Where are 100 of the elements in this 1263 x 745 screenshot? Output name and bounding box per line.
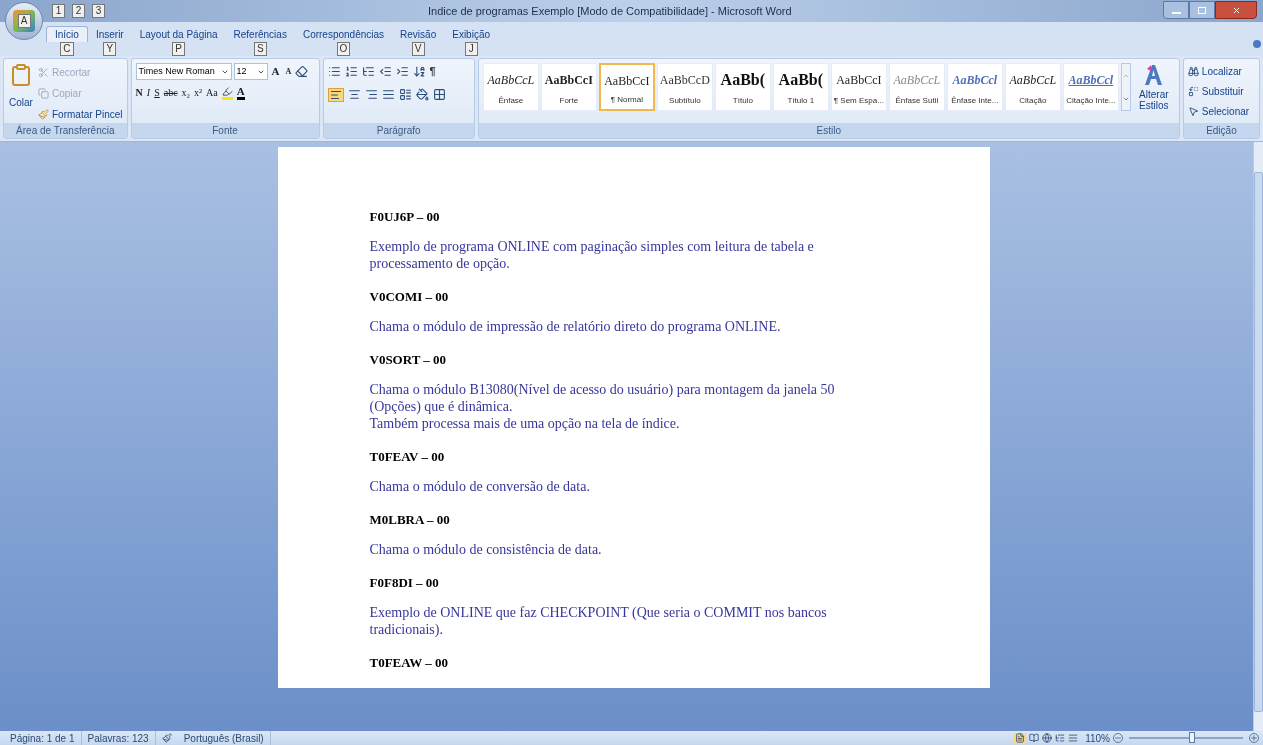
program-code: V0SORT – 00 — [369, 352, 448, 368]
style-tile[interactable]: AaBbCcI Forte — [540, 63, 597, 111]
program-description: Chama o módulo de conversão de data. — [369, 478, 591, 495]
align-left-icon[interactable] — [327, 87, 344, 102]
maximize-icon — [1198, 6, 1206, 14]
ribbon-tab[interactable]: Exibição — [444, 26, 499, 42]
show-marks-button[interactable]: ¶ — [429, 63, 436, 80]
ribbon-tab[interactable]: Início — [46, 26, 88, 42]
font-name: Times New Roman — [138, 64, 215, 78]
style-tile[interactable]: AaBbCcl Ênfase Inte... — [946, 63, 1003, 111]
shading-icon[interactable] — [415, 88, 429, 101]
grow-font-button[interactable]: A — [269, 63, 282, 80]
program-description: Chama o módulo de impressão de relatório direto do programa ONLINE. — [369, 318, 782, 335]
paintbrush-icon — [38, 108, 49, 120]
minimize-button[interactable] — [1163, 1, 1189, 19]
program-description: Exemplo de ONLINE que faz CHECKPOINT (Que seria o COMMIT nos bancos tradicionais). — [369, 604, 828, 638]
justify-icon[interactable] — [381, 88, 395, 101]
ribbon-tab[interactable]: Revisão — [392, 26, 445, 42]
reading-icon[interactable] — [1029, 733, 1040, 743]
key-tip: Y — [103, 42, 117, 56]
group-title: Fonte — [212, 124, 238, 138]
paste-button[interactable]: Colar — [8, 63, 34, 123]
numbered-list-icon[interactable] — [344, 64, 358, 78]
ribbon-tab[interactable]: Referências — [225, 26, 295, 42]
change-styles-icon — [1142, 63, 1165, 87]
zoom-slider[interactable] — [1126, 732, 1246, 744]
editing-command[interactable]: Selecionar — [1187, 103, 1250, 120]
minimize-icon — [1171, 12, 1181, 14]
format-button[interactable]: abc — [163, 85, 178, 100]
key-tip: S — [253, 42, 267, 56]
group-title: Edição — [1206, 124, 1237, 138]
group-title: Estilo — [816, 124, 842, 138]
font-size-field[interactable]: 12 — [233, 63, 268, 80]
ribbon-tab[interactable]: Correspondências — [294, 26, 393, 42]
indent-increase-icon[interactable] — [395, 64, 409, 78]
key-tip: 1 — [52, 4, 65, 18]
format-button[interactable]: N — [135, 85, 143, 100]
format-button[interactable]: Aa — [206, 85, 218, 100]
font-size: 12 — [236, 64, 247, 78]
editing-command[interactable]: Localizar — [1187, 63, 1250, 80]
eraser-icon[interactable] — [295, 65, 309, 78]
language[interactable]: Português (Brasil) — [177, 730, 271, 745]
font-name-field[interactable]: Times New Roman — [135, 63, 232, 80]
editing-command[interactable]: Substituir — [1187, 83, 1250, 100]
style-tile[interactable]: AaBbCcL Ênfase — [482, 63, 539, 111]
program-description: Chama o módulo B13080(Nível de acesso do usuário) para montagem da janela 50 (Opções) que é dinâmica. — [369, 381, 836, 415]
ribbon-tab[interactable]: Inserir — [87, 26, 132, 42]
zoom-thumb[interactable] — [1188, 732, 1195, 743]
format-button[interactable]: x₂ — [181, 85, 191, 100]
bullet-list-icon[interactable] — [327, 64, 341, 78]
format-button[interactable]: x² — [194, 85, 203, 100]
key-tip: 2 — [72, 4, 85, 18]
web-layout-icon[interactable] — [1042, 733, 1053, 743]
multilevel-list-icon[interactable] — [361, 64, 375, 78]
key-tip: J — [464, 42, 478, 56]
change-styles-button[interactable]: Alterar Estilos — [1132, 63, 1175, 111]
window-title: Indice de programas Exemplo [Modo de Compatibilidade] - Microsoft Word — [428, 3, 792, 19]
align-center-icon[interactable] — [347, 88, 361, 101]
outline-icon[interactable] — [1055, 733, 1066, 743]
indent-decrease-icon[interactable] — [378, 64, 392, 78]
print-layout-icon[interactable] — [1014, 733, 1027, 743]
key-tip: V — [411, 42, 425, 56]
vertical-scrollbar[interactable] — [1253, 142, 1263, 731]
group-title: Parágrafo — [376, 124, 421, 138]
program-code: V0COMI – 00 — [369, 289, 450, 305]
scissors-icon — [38, 66, 49, 78]
binoculars-icon — [1187, 66, 1199, 77]
style-tile[interactable]: AaBbCcL Ênfase Sutil — [888, 63, 945, 111]
word-count[interactable]: Palavras: 123 — [81, 730, 156, 745]
page-count[interactable]: Página: 1 de 1 — [10, 730, 82, 745]
font-color-button[interactable]: A — [236, 85, 245, 100]
program-description: Exemplo de programa ONLINE com paginação simples com leitura de tabela e processamento de opção. — [369, 238, 815, 272]
sort-icon[interactable] — [412, 64, 426, 78]
shrink-font-button[interactable]: A — [283, 65, 294, 78]
draft-icon[interactable] — [1068, 733, 1079, 743]
style-tile[interactable]: AaBb( Título — [714, 63, 771, 111]
key-tip: A — [17, 14, 31, 28]
format-button[interactable]: S — [154, 85, 160, 100]
clipboard-command[interactable]: Formatar Pincel — [38, 105, 123, 123]
zoom-level[interactable]: 110% — [1085, 730, 1110, 745]
highlighter-icon[interactable] — [221, 85, 233, 100]
program-code: T0FEAV – 00 — [369, 449, 446, 465]
maximize-button[interactable] — [1189, 1, 1215, 19]
program-description: Também processa mais de uma opção na tela de índice. — [369, 415, 681, 432]
align-right-icon[interactable] — [364, 88, 378, 101]
group-title: Área de Transferência — [16, 123, 115, 138]
border-icon[interactable] — [432, 88, 446, 101]
program-code: M0LBRA – 00 — [369, 512, 451, 528]
format-button[interactable]: I — [146, 85, 151, 100]
key-tip: O — [336, 42, 351, 56]
style-tile[interactable]: AaBb( Título 1 — [772, 63, 829, 111]
style-tile[interactable]: AaBbCcD Subtítulo — [656, 63, 713, 111]
key-tip: C — [60, 42, 74, 56]
style-tile[interactable]: AaBbCcL Citação — [1004, 63, 1061, 111]
zoom-in-icon[interactable] — [1249, 733, 1259, 743]
copy-icon — [38, 87, 49, 99]
ribbon-tab[interactable]: Layout da Página — [131, 26, 226, 42]
style-tile[interactable]: AaBbCcl Citação Inte... — [1062, 63, 1119, 111]
style-tile[interactable]: AaBbCcI ¶ Normal — [598, 63, 655, 111]
style-tile[interactable]: AaBbCcI ¶ Sem Espa... — [830, 63, 887, 111]
